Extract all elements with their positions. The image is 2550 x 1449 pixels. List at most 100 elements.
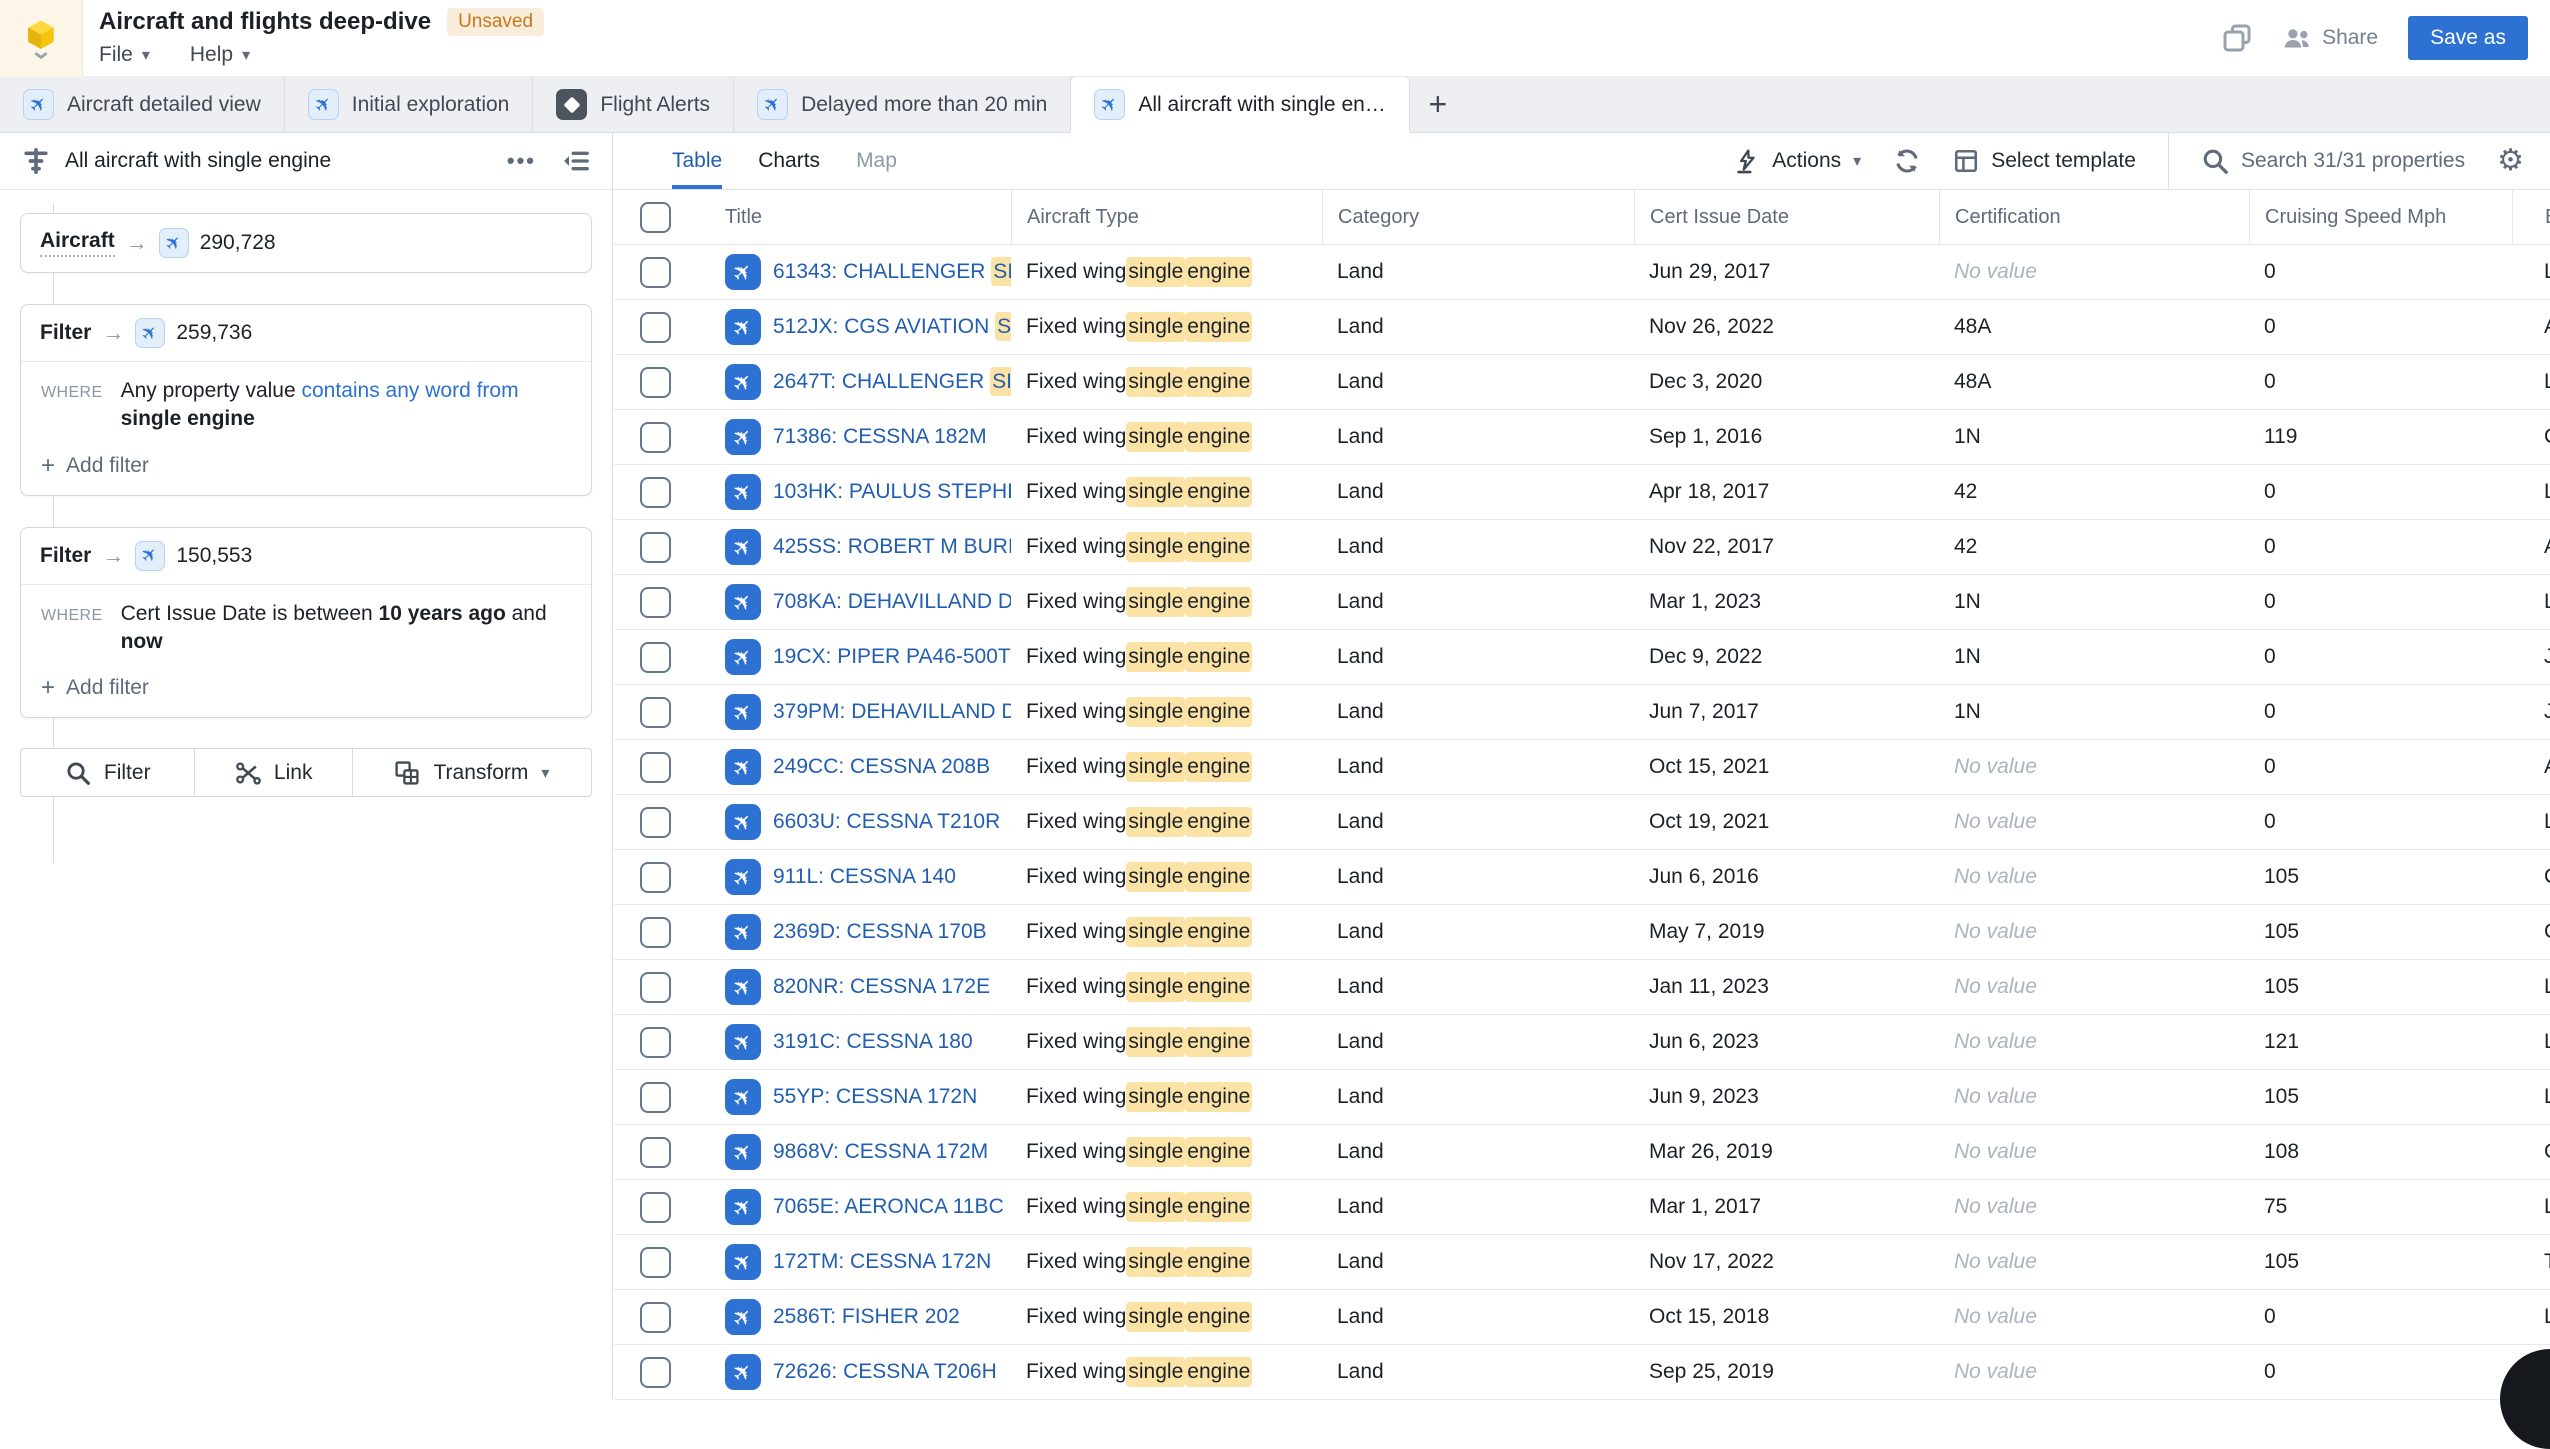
worksheet-tab[interactable]: Initial exploration xyxy=(285,77,534,132)
table-row[interactable]: 55YP: CESSNA 172N Fixed wing single engi… xyxy=(614,1070,2550,1125)
title-link[interactable]: 19CX: PIPER PA46-500TP xyxy=(773,645,1011,669)
title-cell[interactable]: 19CX: PIPER PA46-500TP xyxy=(691,630,1011,684)
table-row[interactable]: 911L: CESSNA 140 Fixed wing single engin… xyxy=(614,850,2550,905)
row-checkbox[interactable] xyxy=(640,312,671,343)
row-checkbox[interactable] xyxy=(640,642,671,673)
worksheet-tab[interactable]: Flight Alerts xyxy=(533,77,734,132)
worksheet-tab[interactable]: Aircraft detailed view xyxy=(0,77,285,132)
row-checkbox[interactable] xyxy=(640,422,671,453)
add-filter-button[interactable]: + Add filter xyxy=(21,434,591,495)
row-checkbox[interactable] xyxy=(640,1082,671,1113)
column-header-certification[interactable]: Certification xyxy=(1939,190,2249,244)
table-row[interactable]: 71386: CESSNA 182M Fixed wing single eng… xyxy=(614,410,2550,465)
save-as-button[interactable]: Save as xyxy=(2408,16,2528,60)
title-link[interactable]: 2586T: FISHER 202 xyxy=(773,1305,960,1329)
table-row[interactable]: 512JX: CGS AVIATION SING Fixed wing sing… xyxy=(614,300,2550,355)
row-checkbox[interactable] xyxy=(640,367,671,398)
table-row[interactable]: 19CX: PIPER PA46-500TP Fixed wing single… xyxy=(614,630,2550,685)
row-checkbox[interactable] xyxy=(640,1302,671,1333)
row-checkbox[interactable] xyxy=(640,862,671,893)
title-link[interactable]: 71386: CESSNA 182M xyxy=(773,425,987,449)
title-link[interactable]: 911L: CESSNA 140 xyxy=(773,865,956,889)
column-header-cruising-speed[interactable]: Cruising Speed Mph xyxy=(2249,190,2512,244)
table-row[interactable]: 249CC: CESSNA 208B Fixed wing single eng… xyxy=(614,740,2550,795)
table-row[interactable]: 72626: CESSNA T206H Fixed wing single en… xyxy=(614,1345,2550,1400)
row-checkbox[interactable] xyxy=(640,697,671,728)
gear-icon[interactable]: ⚙ xyxy=(2497,146,2524,176)
row-checkbox[interactable] xyxy=(640,917,671,948)
row-checkbox[interactable] xyxy=(640,1137,671,1168)
title-link[interactable]: 425SS: ROBERT M BURNET xyxy=(773,535,1011,559)
table-row[interactable]: 3191C: CESSNA 180 Fixed wing single engi… xyxy=(614,1015,2550,1070)
filter-node-card[interactable]: Filter → 259,736 WHERE Any property valu… xyxy=(20,304,592,496)
tab-table[interactable]: Table xyxy=(672,133,722,189)
where-expression[interactable]: Cert Issue Date is between 10 years ago … xyxy=(121,600,561,657)
title-link[interactable]: 708KA: DEHAVILLAND D… xyxy=(773,590,1011,614)
actions-dropdown[interactable]: Actions ▾ xyxy=(1734,148,1861,174)
column-header-category[interactable]: Category xyxy=(1322,190,1634,244)
worksheet-tab[interactable]: All aircraft with single en… xyxy=(1070,77,1409,133)
column-header-truncated[interactable]: E xyxy=(2512,190,2550,244)
row-checkbox[interactable] xyxy=(640,532,671,563)
title-cell[interactable]: 249CC: CESSNA 208B xyxy=(691,740,1011,794)
title-cell[interactable]: 2647T: CHALLENGER SINGI xyxy=(691,355,1011,409)
title-link[interactable]: 7065E: AERONCA 11BC xyxy=(773,1195,1004,1219)
column-header-cert-issue-date[interactable]: Cert Issue Date xyxy=(1634,190,1939,244)
row-checkbox[interactable] xyxy=(640,1192,671,1223)
title-link[interactable]: 103HK: PAULUS STEPHEN … xyxy=(773,480,1011,504)
table-row[interactable]: 9868V: CESSNA 172M Fixed wing single eng… xyxy=(614,1125,2550,1180)
start-node-card[interactable]: Aircraft → 290,728 xyxy=(20,213,592,273)
title-link[interactable]: 2369D: CESSNA 170B xyxy=(773,920,987,944)
title-link[interactable]: 820NR: CESSNA 172E xyxy=(773,975,990,999)
title-cell[interactable]: 820NR: CESSNA 172E xyxy=(691,960,1011,1014)
table-row[interactable]: 6603U: CESSNA T210R Fixed wing single en… xyxy=(614,795,2550,850)
row-checkbox[interactable] xyxy=(640,1247,671,1278)
title-cell[interactable]: 911L: CESSNA 140 xyxy=(691,850,1011,904)
column-header-aircraft-type[interactable]: Aircraft Type xyxy=(1011,190,1322,244)
title-link[interactable]: 72626: CESSNA T206H xyxy=(773,1360,997,1384)
table-row[interactable]: 103HK: PAULUS STEPHEN … Fixed wing singl… xyxy=(614,465,2550,520)
row-checkbox[interactable] xyxy=(640,972,671,1003)
table-row[interactable]: 820NR: CESSNA 172E Fixed wing single eng… xyxy=(614,960,2550,1015)
worksheet-tab[interactable]: Delayed more than 20 min xyxy=(734,77,1071,132)
more-options-icon[interactable]: ••• xyxy=(507,150,536,172)
title-cell[interactable]: 708KA: DEHAVILLAND D… xyxy=(691,575,1011,629)
start-node-label[interactable]: Aircraft xyxy=(40,229,115,257)
column-header-title[interactable]: Title xyxy=(691,190,1011,244)
table-row[interactable]: 61343: CHALLENGER SINGI Fixed wing singl… xyxy=(614,245,2550,300)
title-cell[interactable]: 7065E: AERONCA 11BC xyxy=(691,1180,1011,1234)
title-link[interactable]: 6603U: CESSNA T210R xyxy=(773,810,1000,834)
row-checkbox[interactable] xyxy=(640,752,671,783)
table-row[interactable]: 7065E: AERONCA 11BC Fixed wing single en… xyxy=(614,1180,2550,1235)
add-link-step-button[interactable]: Link xyxy=(195,749,352,796)
table-row[interactable]: 379PM: DEHAVILLAND D… Fixed wing single … xyxy=(614,685,2550,740)
add-transform-step-button[interactable]: Transform ▾ xyxy=(353,749,591,796)
title-link[interactable]: 512JX: CGS AVIATION SING xyxy=(773,315,1011,339)
title-cell[interactable]: 172TM: CESSNA 172N xyxy=(691,1235,1011,1289)
refresh-icon[interactable] xyxy=(1893,147,1921,175)
table-row[interactable]: 2647T: CHALLENGER SINGI Fixed wing singl… xyxy=(614,355,2550,410)
new-tab-button[interactable]: + xyxy=(1410,77,1466,132)
row-checkbox[interactable] xyxy=(640,257,671,288)
title-link[interactable]: 379PM: DEHAVILLAND D… xyxy=(773,700,1011,724)
row-checkbox[interactable] xyxy=(640,587,671,618)
title-cell[interactable]: 55YP: CESSNA 172N xyxy=(691,1070,1011,1124)
title-cell[interactable]: 9868V: CESSNA 172M xyxy=(691,1125,1011,1179)
title-link[interactable]: 2647T: CHALLENGER SINGI xyxy=(773,370,1011,394)
add-filter-button[interactable]: + Add filter xyxy=(21,656,591,717)
filter-node-card[interactable]: Filter → 150,553 WHERE Cert Issue Date i… xyxy=(20,527,592,719)
help-menu[interactable]: Help▾ xyxy=(190,43,250,67)
file-menu[interactable]: File▾ xyxy=(99,43,150,67)
select-all-checkbox[interactable] xyxy=(640,202,671,233)
row-checkbox[interactable] xyxy=(640,1357,671,1388)
title-cell[interactable]: 6603U: CESSNA T210R xyxy=(691,795,1011,849)
title-link[interactable]: 55YP: CESSNA 172N xyxy=(773,1085,977,1109)
title-cell[interactable]: 103HK: PAULUS STEPHEN … xyxy=(691,465,1011,519)
table-row[interactable]: 425SS: ROBERT M BURNET Fixed wing single… xyxy=(614,520,2550,575)
title-link[interactable]: 172TM: CESSNA 172N xyxy=(773,1250,991,1274)
title-cell[interactable]: 379PM: DEHAVILLAND D… xyxy=(691,685,1011,739)
collapse-panel-icon[interactable] xyxy=(562,148,590,174)
property-search[interactable]: Search 31/31 properties xyxy=(2201,147,2465,175)
where-part-link[interactable]: contains any word from xyxy=(302,379,519,402)
table-row[interactable]: 708KA: DEHAVILLAND D… Fixed wing single … xyxy=(614,575,2550,630)
